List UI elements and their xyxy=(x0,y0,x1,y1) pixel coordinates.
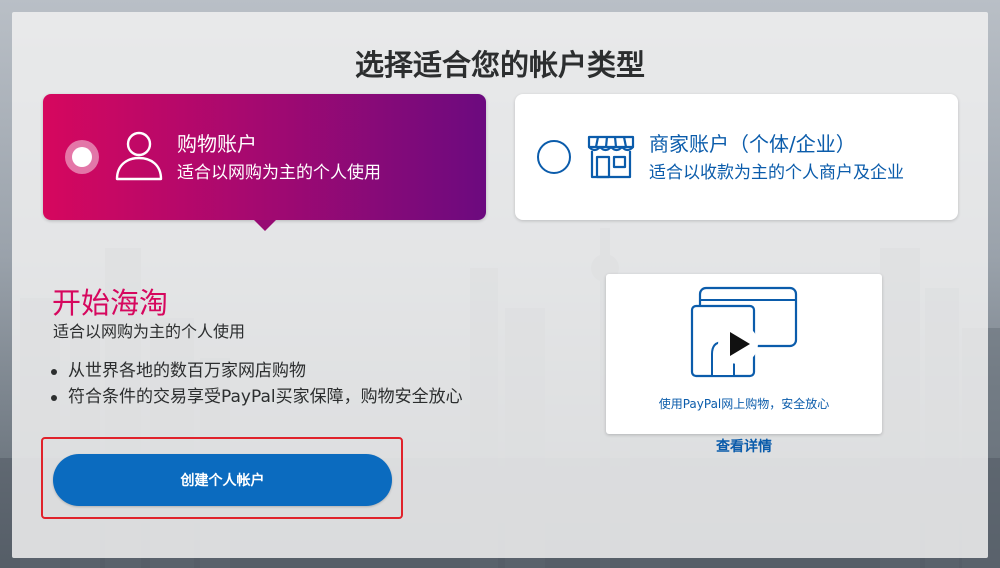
personal-account-radio[interactable] xyxy=(65,140,99,174)
account-type-panel: 选择适合您的帐户类型 购物账户 适合以网购为主的个人使用 商家账户（个体/企业）… xyxy=(12,12,988,558)
feature-item: 符合条件的交易享受PayPal买家保障，购物安全放心 xyxy=(48,384,478,410)
feature-list: 从世界各地的数百万家网店购物 符合条件的交易享受PayPal买家保障，购物安全放… xyxy=(48,358,478,410)
personal-account-card[interactable]: 购物账户 适合以网购为主的个人使用 xyxy=(43,94,486,231)
feature-item: 从世界各地的数百万家网店购物 xyxy=(48,358,478,384)
video-card[interactable]: 使用PayPal网上购物，安全放心 xyxy=(606,274,882,434)
page-title: 选择适合您的帐户类型 xyxy=(354,48,645,82)
video-caption: 使用PayPal网上购物，安全放心 xyxy=(658,397,830,411)
storefront-icon xyxy=(587,135,635,179)
section-heading: 开始海淘 xyxy=(52,286,169,320)
personal-account-subtitle: 适合以网购为主的个人使用 xyxy=(177,163,381,183)
business-account-radio[interactable] xyxy=(537,140,571,174)
person-icon xyxy=(115,131,163,181)
view-details-link[interactable]: 查看详情 xyxy=(606,436,882,456)
section-subheading: 适合以网购为主的个人使用 xyxy=(53,322,246,341)
business-account-title: 商家账户（个体/企业） xyxy=(649,132,856,156)
video-illustration xyxy=(690,286,798,378)
create-personal-account-button[interactable]: 创建个人帐户 xyxy=(53,454,392,506)
personal-account-title: 购物账户 xyxy=(177,132,257,156)
business-account-subtitle: 适合以收款为主的个人商户及企业 xyxy=(649,163,904,183)
business-account-card[interactable]: 商家账户（个体/企业） 适合以收款为主的个人商户及企业 xyxy=(515,94,958,220)
